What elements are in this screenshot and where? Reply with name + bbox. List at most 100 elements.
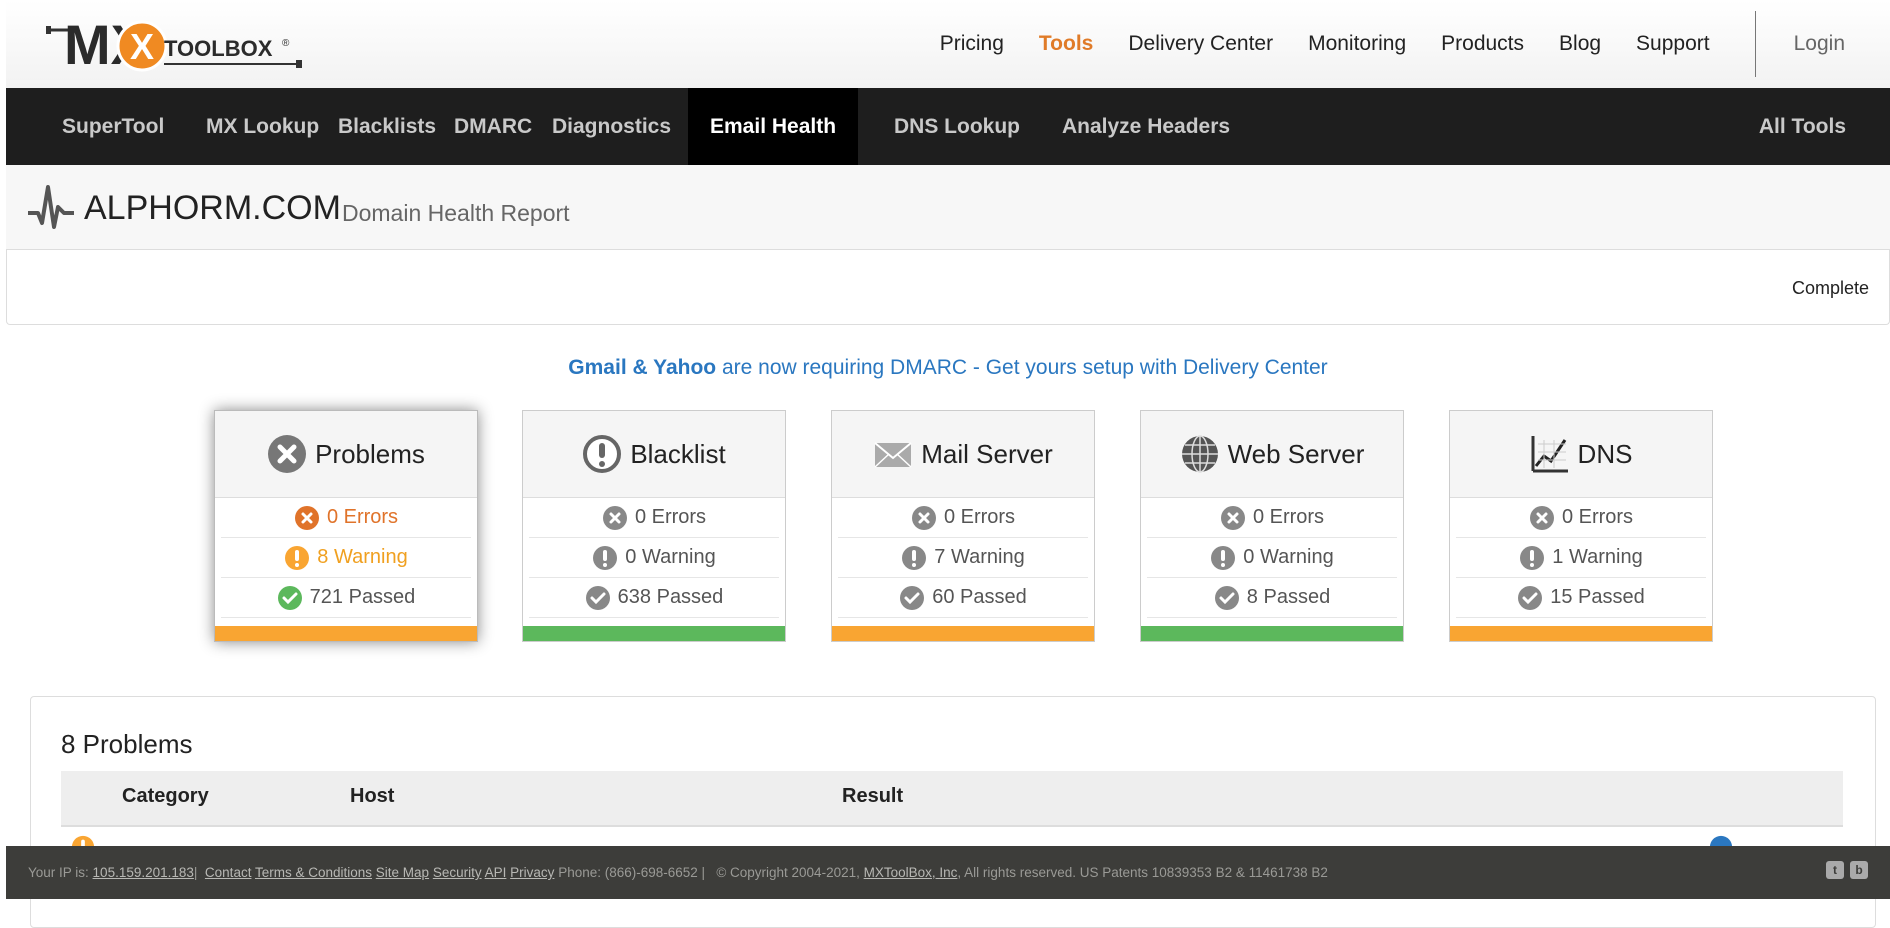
errors-count[interactable]: 0 Errors xyxy=(1253,506,1324,529)
tab-supertool[interactable]: SuperTool xyxy=(40,88,186,165)
nav-monitoring[interactable]: Monitoring xyxy=(1308,32,1406,56)
status-bar-warning xyxy=(215,626,477,641)
warnings-count[interactable]: 0 Warning xyxy=(625,546,715,569)
footer-phone: Phone: (866)-698-6652 | xyxy=(558,865,706,880)
login-link[interactable]: Login xyxy=(1794,32,1845,56)
card-mail-server[interactable]: Mail Server 0 Errors 7 Warning 60 Passed xyxy=(831,410,1095,642)
error-icon xyxy=(602,505,627,530)
status-bar-warning xyxy=(832,626,1094,641)
chart-icon xyxy=(1531,436,1568,473)
page: MX X TOOLBOX ® Pricing Tools Delivery Ce… xyxy=(6,0,1890,928)
footer-link-security[interactable]: Security xyxy=(433,865,482,880)
card-blacklist[interactable]: Blacklist 0 Errors 0 Warning 638 Passed xyxy=(522,410,786,642)
column-host[interactable]: Host xyxy=(350,785,394,808)
footer: Your IP is: 105.159.201.183| Contact Ter… xyxy=(6,846,1890,899)
nav-pricing[interactable]: Pricing xyxy=(940,32,1004,56)
errors-count[interactable]: 0 Errors xyxy=(635,506,706,529)
card-web-server[interactable]: Web Server 0 Errors 0 Warning 8 Passed xyxy=(1140,410,1404,642)
nav-blog[interactable]: Blog xyxy=(1559,32,1601,56)
warnings-count[interactable]: 8 Warning xyxy=(317,546,407,569)
check-icon xyxy=(900,585,925,610)
problems-heading: 8 Problems xyxy=(61,729,193,759)
card-title: Problems xyxy=(315,438,425,469)
status-bar-ok xyxy=(523,626,785,641)
check-icon xyxy=(1518,585,1543,610)
exclamation-circle-icon xyxy=(583,435,622,473)
tab-email-health[interactable]: Email Health xyxy=(688,88,859,165)
warning-icon xyxy=(593,545,618,570)
footer-company-link[interactable]: MXToolBox, Inc xyxy=(864,865,958,880)
nav-divider xyxy=(1754,11,1756,77)
card-dns[interactable]: DNS 0 Errors 1 Warning 15 Passed xyxy=(1449,410,1713,642)
globe-icon xyxy=(1181,435,1218,473)
twitter-icon[interactable]: t xyxy=(1826,861,1844,879)
warnings-count[interactable]: 0 Warning xyxy=(1243,546,1333,569)
report-domain: ALPHORM.COM xyxy=(84,189,341,227)
passed-count[interactable]: 8 Passed xyxy=(1247,586,1330,609)
card-title: Blacklist xyxy=(630,438,726,469)
ip-label: Your IP is: xyxy=(28,865,93,880)
check-icon xyxy=(277,585,302,610)
card-title: Web Server xyxy=(1227,438,1365,469)
pulse-icon xyxy=(28,185,74,229)
banner-highlight[interactable]: Gmail & Yahoo xyxy=(568,356,716,379)
nav-support[interactable]: Support xyxy=(1636,32,1710,56)
tab-dns-lookup[interactable]: DNS Lookup xyxy=(872,88,1042,165)
report-subtitle: Domain Health Report xyxy=(342,200,570,226)
error-icon xyxy=(1220,505,1245,530)
card-title: DNS xyxy=(1577,438,1633,469)
x-circle-icon xyxy=(268,435,307,473)
svg-text:®: ® xyxy=(282,38,290,49)
passed-count[interactable]: 638 Passed xyxy=(618,586,724,609)
errors-count[interactable]: 0 Errors xyxy=(1562,506,1633,529)
report-header: ALPHORM.COM Domain Health Report xyxy=(6,165,1890,250)
banner-text[interactable]: are now requiring DMARC - Get yours setu… xyxy=(716,356,1328,379)
card-title: Mail Server xyxy=(921,438,1053,469)
passed-count[interactable]: 60 Passed xyxy=(932,586,1027,609)
footer-copyright: © Copyright 2004-2021, xyxy=(716,865,860,880)
ip-address[interactable]: 105.159.201.183 xyxy=(93,865,194,880)
error-icon xyxy=(1529,505,1554,530)
warning-icon xyxy=(1211,545,1236,570)
dmarc-banner[interactable]: Gmail & Yahoo are now requiring DMARC - … xyxy=(6,356,1890,380)
report-status: Complete xyxy=(1791,278,1869,298)
column-result[interactable]: Result xyxy=(842,785,903,808)
footer-link-privacy[interactable]: Privacy xyxy=(510,865,554,880)
progress-bar: Complete xyxy=(6,250,1890,325)
warning-icon xyxy=(285,545,310,570)
check-icon xyxy=(585,585,610,610)
error-icon xyxy=(294,505,319,530)
footer-rights: , All rights reserved. US Patents 108393… xyxy=(957,865,1328,880)
warning-icon xyxy=(902,545,927,570)
warnings-count[interactable]: 7 Warning xyxy=(934,546,1024,569)
errors-count[interactable]: 0 Errors xyxy=(327,506,398,529)
passed-count[interactable]: 721 Passed xyxy=(310,586,416,609)
mxtoolbox-logo[interactable]: MX X TOOLBOX ® xyxy=(46,14,316,76)
problems-table-header: Category Host Result xyxy=(61,771,1843,827)
warnings-count[interactable]: 1 Warning xyxy=(1552,546,1642,569)
blog-icon[interactable]: b xyxy=(1850,861,1868,879)
footer-link-api[interactable]: API xyxy=(485,865,507,880)
social-links: t b xyxy=(1826,861,1868,879)
nav-products[interactable]: Products xyxy=(1441,32,1524,56)
errors-count[interactable]: 0 Errors xyxy=(944,506,1015,529)
top-header: MX X TOOLBOX ® Pricing Tools Delivery Ce… xyxy=(6,0,1890,88)
warning-icon xyxy=(1520,545,1545,570)
svg-text:X: X xyxy=(130,26,154,67)
footer-link-terms[interactable]: Terms & Conditions xyxy=(255,865,372,880)
passed-count[interactable]: 15 Passed xyxy=(1550,586,1645,609)
envelope-icon xyxy=(874,442,912,468)
tab-diagnostics[interactable]: Diagnostics xyxy=(530,88,693,165)
nav-delivery-center[interactable]: Delivery Center xyxy=(1128,32,1273,56)
tab-analyze-headers[interactable]: Analyze Headers xyxy=(1040,88,1252,165)
card-problems[interactable]: Problems 0 Errors 8 Warning 721 Passed xyxy=(214,410,478,642)
check-icon xyxy=(1214,585,1239,610)
tab-all-tools[interactable]: All Tools xyxy=(1737,88,1868,165)
footer-link-sitemap[interactable]: Site Map xyxy=(376,865,429,880)
svg-text:TOOLBOX: TOOLBOX xyxy=(164,36,273,61)
status-bar-ok xyxy=(1141,626,1403,641)
nav-tools[interactable]: Tools xyxy=(1039,32,1093,56)
column-category[interactable]: Category xyxy=(122,785,209,808)
top-nav: Pricing Tools Delivery Center Monitoring… xyxy=(940,0,1890,88)
footer-link-contact[interactable]: Contact xyxy=(205,865,252,880)
